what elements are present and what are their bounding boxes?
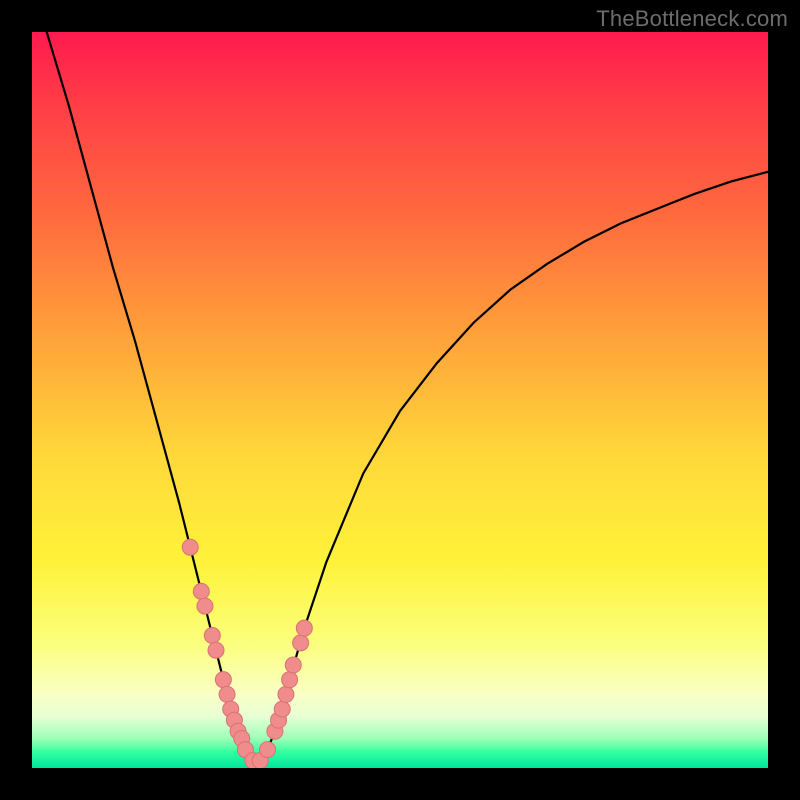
curve-marker <box>204 628 220 644</box>
bottleneck-curve <box>32 32 768 768</box>
curve-marker <box>278 686 294 702</box>
curve-marker <box>197 598 213 614</box>
curve-marker <box>182 539 198 555</box>
chart-frame: TheBottleneck.com <box>0 0 800 800</box>
curve-marker <box>260 742 276 758</box>
curve-marker <box>219 686 235 702</box>
curve-marker <box>215 672 231 688</box>
curve-marker <box>193 583 209 599</box>
curve-marker <box>282 672 298 688</box>
curve-marker <box>296 620 312 636</box>
plot-area <box>32 32 768 768</box>
curve-marker <box>208 642 224 658</box>
watermark-text: TheBottleneck.com <box>596 6 788 32</box>
curve-marker <box>274 701 290 717</box>
curve-marker <box>293 635 309 651</box>
curve-marker <box>285 657 301 673</box>
